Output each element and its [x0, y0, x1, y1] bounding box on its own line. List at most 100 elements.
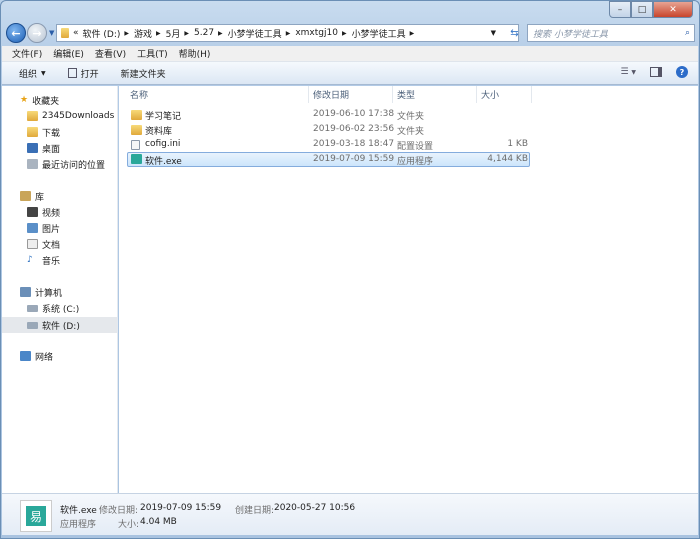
- maximize-button[interactable]: □: [631, 1, 653, 18]
- chevron-right-icon[interactable]: ▶: [342, 30, 347, 37]
- new-folder-button[interactable]: 新建文件夹: [121, 67, 166, 80]
- column-label: 修改日期: [313, 91, 350, 101]
- address-bar[interactable]: « 软件 (D:) ▶ 游戏 ▶ 5月 ▶ 5.27 ▶ 小梦学徒工具 ▶ xmxtgj1…: [56, 24, 519, 42]
- file-name: cofig.ini: [145, 139, 181, 149]
- file-list: 名称 修改日期 类型 大小 学习笔记 2019-06-10 17:38 文件夹 …: [119, 86, 698, 493]
- breadcrumb-item[interactable]: 5.27: [194, 28, 214, 38]
- file-row[interactable]: 学习笔记 2019-06-10 17:38 文件夹: [127, 108, 530, 123]
- sidebar-label: 视频: [42, 208, 61, 219]
- file-row[interactable]: 资料库 2019-06-02 23:56 文件夹: [127, 123, 530, 138]
- refresh-button[interactable]: ⇆: [506, 24, 523, 42]
- file-date: 2019-06-02 23:56: [313, 124, 395, 134]
- drive-icon: [27, 304, 38, 312]
- column-header-type[interactable]: 类型: [393, 86, 477, 103]
- file-date: 2019-07-09 15:59: [313, 154, 395, 164]
- chevron-right-icon[interactable]: ▶: [286, 30, 291, 37]
- breadcrumb-item[interactable]: 游戏: [134, 27, 152, 40]
- file-name: 资料库: [145, 127, 173, 137]
- search-placeholder: 搜索 小梦学徒工具: [533, 29, 608, 40]
- column-header-date[interactable]: 修改日期: [309, 86, 393, 103]
- sidebar-label: 网络: [35, 352, 54, 363]
- open-label: 打开: [80, 69, 99, 80]
- exe-large-icon: 易: [20, 500, 52, 532]
- file-name: 软件.exe: [145, 157, 182, 167]
- forward-button[interactable]: →: [27, 23, 47, 43]
- chevron-right-icon[interactable]: ▶: [218, 30, 223, 37]
- close-button[interactable]: ✕: [653, 1, 693, 18]
- breadcrumb-item[interactable]: 5月: [166, 27, 181, 40]
- drive-icon: [27, 321, 38, 329]
- command-bar: 组织 ▼ 打开 新建文件夹 ☰ ▼ ?: [2, 62, 698, 85]
- sidebar-label: 下载: [42, 128, 61, 139]
- search-icon[interactable]: ⌕: [685, 28, 690, 38]
- open-icon: [67, 68, 77, 78]
- preview-pane-icon[interactable]: [650, 67, 662, 77]
- navigation-pane: ★ 收藏夹 2345Downloads 下载 桌面 最近访问的位置 库 视频 图片…: [2, 86, 118, 493]
- column-header-size[interactable]: 大小: [477, 86, 532, 103]
- sidebar-computer[interactable]: 计算机: [20, 284, 135, 300]
- menu-help[interactable]: 帮助(H): [179, 47, 211, 60]
- details-pane: 易 软件.exe 修改日期: 2019-07-09 15:59 创建日期: 20…: [2, 493, 698, 535]
- sidebar-label: 文档: [42, 240, 61, 251]
- file-row-selected[interactable]: 软件.exe 2019-07-09 15:59 应用程序 4,144 KB: [127, 152, 530, 167]
- computer-icon: [20, 287, 31, 297]
- file-name: 学习笔记: [145, 112, 182, 122]
- sidebar-favorites[interactable]: ★ 收藏夹: [20, 92, 135, 108]
- file-type: 文件夹: [397, 112, 425, 122]
- desktop-icon: [27, 143, 38, 153]
- details-modified-label: 修改日期:: [99, 506, 139, 516]
- sidebar-label: 音乐: [42, 256, 61, 267]
- chevron-right-icon[interactable]: ▶: [124, 30, 129, 37]
- help-icon[interactable]: ?: [676, 66, 688, 78]
- sidebar-label: 收藏夹: [32, 96, 60, 107]
- sidebar-libraries[interactable]: 库: [20, 188, 135, 204]
- address-dropdown-icon[interactable]: ▼: [491, 29, 496, 37]
- file-size: 4,144 KB: [487, 154, 528, 164]
- music-icon: ♪: [27, 255, 33, 265]
- column-label: 大小: [481, 91, 500, 101]
- organize-button[interactable]: 组织 ▼: [19, 67, 46, 80]
- explorer-window: – □ ✕ ← → ▼ « 软件 (D:) ▶ 游戏 ▶ 5月 ▶ 5.27 ▶ 小梦学…: [0, 0, 700, 539]
- file-row[interactable]: cofig.ini 2019-03-18 18:47 配置设置 1 KB: [127, 138, 530, 153]
- details-size-label: 大小:: [118, 520, 140, 530]
- config-file-icon: [131, 140, 140, 150]
- view-options-icon[interactable]: ☰ ▼: [620, 67, 636, 77]
- details-type: 应用程序: [60, 520, 97, 530]
- details-created: 2020-05-27 10:56: [274, 503, 356, 513]
- chevron-right-icon[interactable]: ▶: [410, 30, 415, 37]
- breadcrumb-item[interactable]: xmxtgj10: [295, 28, 338, 38]
- chevron-right-icon[interactable]: ▶: [184, 30, 189, 37]
- details-size: 4.04 MB: [140, 517, 177, 527]
- menu-file[interactable]: 文件(F): [12, 47, 42, 60]
- sidebar-item-drive-d[interactable]: 软件 (D:): [2, 317, 117, 333]
- sidebar-item-drive-c[interactable]: 系统 (C:): [27, 300, 117, 316]
- menu-tools[interactable]: 工具(T): [137, 47, 168, 60]
- menu-bar: 文件(F) 编辑(E) 查看(V) 工具(T) 帮助(H): [2, 46, 698, 62]
- back-button[interactable]: ←: [6, 23, 26, 43]
- sidebar-network[interactable]: 网络: [20, 348, 135, 364]
- chevron-right-icon[interactable]: ▶: [156, 30, 161, 37]
- search-input[interactable]: 搜索 小梦学徒工具 ⌕: [527, 24, 695, 42]
- sidebar-label: 软件 (D:): [42, 321, 80, 332]
- minimize-button[interactable]: –: [609, 1, 631, 18]
- breadcrumb-item[interactable]: 软件 (D:): [83, 27, 121, 40]
- recent-pages-dropdown[interactable]: ▼: [49, 29, 54, 37]
- open-button[interactable]: 打开: [67, 67, 99, 80]
- menu-view[interactable]: 查看(V): [95, 47, 126, 60]
- breadcrumb-overflow[interactable]: «: [73, 28, 79, 38]
- breadcrumb-item[interactable]: 小梦学徒工具: [228, 27, 282, 40]
- chevron-down-icon: ▼: [41, 69, 46, 77]
- file-type: 文件夹: [397, 127, 425, 137]
- sidebar-label: 2345Downloads: [42, 111, 115, 121]
- sidebar-label: 计算机: [35, 288, 63, 299]
- folder-icon: [131, 125, 142, 135]
- details-modified: 2019-07-09 15:59: [140, 503, 222, 513]
- recent-places-icon: [27, 159, 38, 169]
- file-size: 1 KB: [507, 139, 528, 149]
- folder-icon: [61, 28, 69, 38]
- menu-edit[interactable]: 编辑(E): [53, 47, 84, 60]
- file-date: 2019-06-10 17:38: [313, 109, 395, 119]
- network-icon: [20, 351, 31, 361]
- column-header-name[interactable]: 名称: [126, 86, 309, 103]
- breadcrumb-item[interactable]: 小梦学徒工具: [352, 27, 406, 40]
